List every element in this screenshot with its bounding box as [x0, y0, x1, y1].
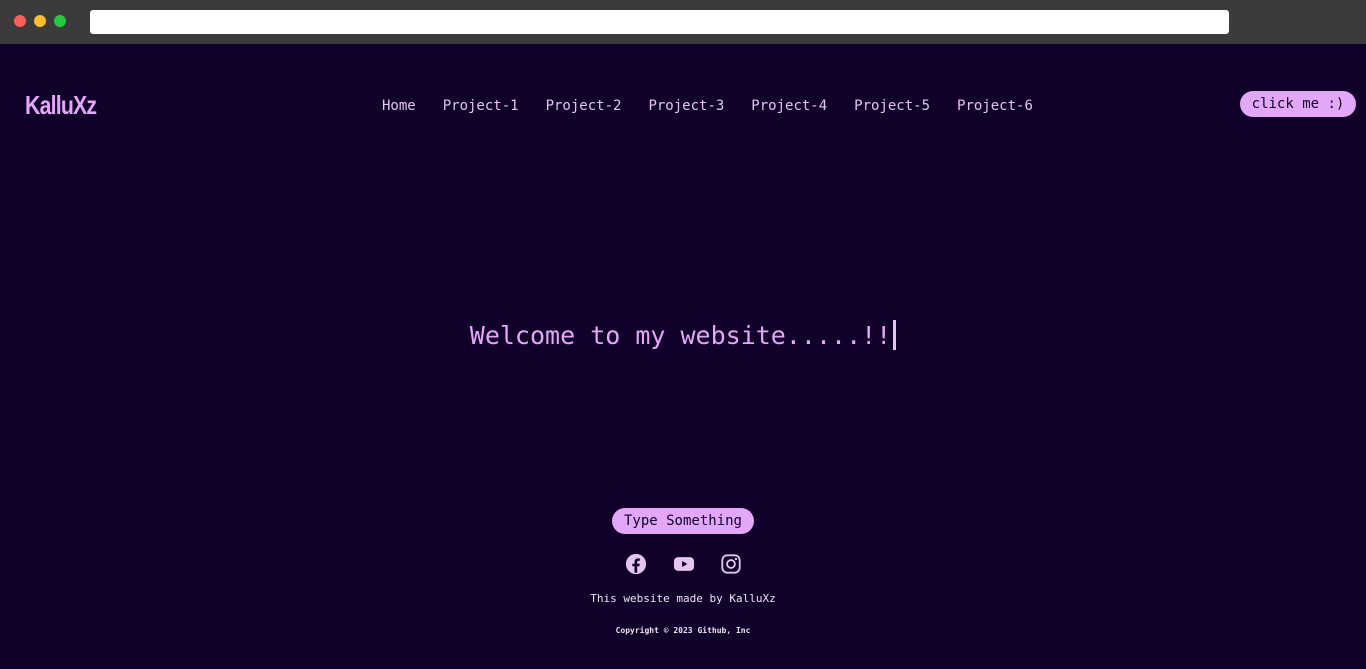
- page: KalluXz Home Project-1 Project-2 Project…: [0, 44, 1366, 669]
- site-logo[interactable]: KalluXz: [25, 90, 97, 121]
- nav-project-2[interactable]: Project-2: [546, 96, 622, 116]
- window-maximize-button[interactable]: [54, 15, 66, 27]
- copyright-text: Copyright © 2023 Github, Inc: [615, 626, 751, 635]
- main-nav: Home Project-1 Project-2 Project-3 Proje…: [382, 96, 1033, 116]
- nav-project-3[interactable]: Project-3: [648, 96, 724, 116]
- instagram-icon[interactable]: [720, 553, 742, 575]
- type-something-button[interactable]: Type Something: [612, 508, 754, 534]
- window-minimize-button[interactable]: [34, 15, 46, 27]
- facebook-icon[interactable]: [625, 553, 647, 575]
- address-bar[interactable]: [90, 10, 1229, 34]
- nav-home[interactable]: Home: [382, 96, 416, 116]
- window-close-button[interactable]: [14, 15, 26, 27]
- nav-project-4[interactable]: Project-4: [751, 96, 827, 116]
- typing-caret: [893, 320, 897, 350]
- nav-project-1[interactable]: Project-1: [443, 96, 519, 116]
- made-by-text: This website made by KalluXz: [590, 592, 776, 605]
- click-me-button[interactable]: click me :): [1240, 91, 1356, 117]
- nav-project-6[interactable]: Project-6: [957, 96, 1033, 116]
- youtube-icon[interactable]: [673, 553, 695, 575]
- nav-project-5[interactable]: Project-5: [854, 96, 930, 116]
- browser-chrome: [0, 0, 1366, 44]
- hero-headline: Welcome to my website.....!!: [0, 320, 1366, 352]
- hero-headline-text: Welcome to my website.....!!: [469, 321, 892, 350]
